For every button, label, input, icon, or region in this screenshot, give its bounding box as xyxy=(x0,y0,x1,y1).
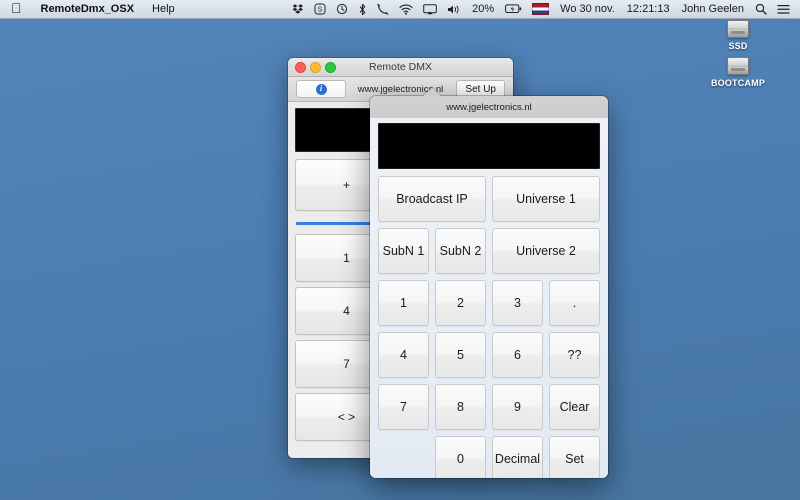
setup-key-4[interactable]: 4 xyxy=(378,332,429,378)
menu-bar-status-area: S 20% Wo 30 nov. 12:21:13 John Geelen xyxy=(287,0,800,18)
hard-drive-icon xyxy=(727,57,749,75)
menu-item-help[interactable]: Help xyxy=(143,0,184,18)
setup-key-0[interactable]: 0 xyxy=(435,436,486,478)
search-icon[interactable] xyxy=(750,0,772,18)
telephone-handset-icon[interactable] xyxy=(372,0,394,18)
airplay-display-icon[interactable] xyxy=(418,0,442,18)
menu-app-name[interactable]: RemoteDmx_OSX xyxy=(32,0,144,18)
hard-drive-icon xyxy=(727,20,749,38)
close-button[interactable] xyxy=(295,61,306,73)
info-icon: i xyxy=(315,83,327,95)
setup-key-set[interactable]: Set xyxy=(549,436,600,478)
menu-date-label[interactable]: Wo 30 nov. xyxy=(554,0,621,18)
bluetooth-icon[interactable] xyxy=(353,0,372,18)
menu-time-label[interactable]: 12:21:13 xyxy=(621,0,676,18)
desktop:  RemoteDmx_OSX Help S xyxy=(0,0,800,500)
setup-keypad-grid: Broadcast IP Universe 1 SubN 1 SubN 2 Univer… xyxy=(378,176,600,478)
setup-key-universe-1[interactable]: Universe 1 xyxy=(492,176,600,222)
setup-key-decimal[interactable]: Decimal xyxy=(492,436,543,478)
apple-logo-icon[interactable]:  xyxy=(0,0,32,17)
setup-key-7[interactable]: 7 xyxy=(378,384,429,430)
setup-key-clear[interactable]: Clear xyxy=(549,384,600,430)
wifi-icon[interactable] xyxy=(394,0,418,18)
svg-text:S: S xyxy=(318,7,323,14)
setup-key-3[interactable]: 3 xyxy=(492,280,543,326)
menu-bar:  RemoteDmx_OSX Help S xyxy=(0,0,800,19)
desktop-icon-bootcamp[interactable]: BOOTCAMP xyxy=(702,57,774,88)
traffic-lights xyxy=(288,61,336,73)
desktop-icon-label: SSD xyxy=(728,41,748,51)
setup-key-subn-1[interactable]: SubN 1 xyxy=(378,228,429,274)
setup-key-8[interactable]: 8 xyxy=(435,384,486,430)
clock-icon[interactable] xyxy=(331,0,353,18)
setup-key-5[interactable]: 5 xyxy=(435,332,486,378)
setup-key-6[interactable]: 6 xyxy=(492,332,543,378)
menu-bar-left:  RemoteDmx_OSX Help xyxy=(0,0,184,18)
battery-percent-label[interactable]: 20% xyxy=(466,0,500,18)
setup-display xyxy=(378,123,600,169)
battery-charging-icon[interactable] xyxy=(500,0,527,18)
minimize-button[interactable] xyxy=(310,61,321,73)
setup-key-empty[interactable]: . xyxy=(549,280,600,326)
dropbox-icon[interactable] xyxy=(287,0,309,18)
menu-user-label[interactable]: John Geelen xyxy=(676,0,750,18)
popover-arrow xyxy=(422,88,442,97)
setup-panel-title: www.jgelectronics.nl xyxy=(446,101,532,113)
setup-key-empty[interactable]: ?? xyxy=(549,332,600,378)
setup-key-universe-2[interactable]: Universe 2 xyxy=(492,228,600,274)
setup-key-2[interactable]: 2 xyxy=(435,280,486,326)
notification-center-icon[interactable] xyxy=(772,0,795,18)
info-button[interactable]: i xyxy=(296,80,346,98)
desktop-icon-ssd[interactable]: SSD xyxy=(702,20,774,51)
setup-key-1[interactable]: 1 xyxy=(378,280,429,326)
circled-s-icon[interactable]: S xyxy=(309,0,331,18)
netherlands-flag-icon[interactable] xyxy=(527,0,554,18)
setup-key-subn-2[interactable]: SubN 2 xyxy=(435,228,486,274)
maximize-button[interactable] xyxy=(325,61,336,73)
setup-panel[interactable]: www.jgelectronics.nl Broadcast IP Univers… xyxy=(370,96,608,478)
window-title-bar[interactable]: Remote DMX xyxy=(288,58,513,77)
desktop-icon-label: BOOTCAMP xyxy=(710,78,766,88)
setup-key-9[interactable]: 9 xyxy=(492,384,543,430)
volume-icon[interactable] xyxy=(442,0,466,18)
setup-key-broadcast-ip[interactable]: Broadcast IP xyxy=(378,176,486,222)
setup-panel-body: Broadcast IP Universe 1 SubN 1 SubN 2 Univer… xyxy=(370,118,608,478)
